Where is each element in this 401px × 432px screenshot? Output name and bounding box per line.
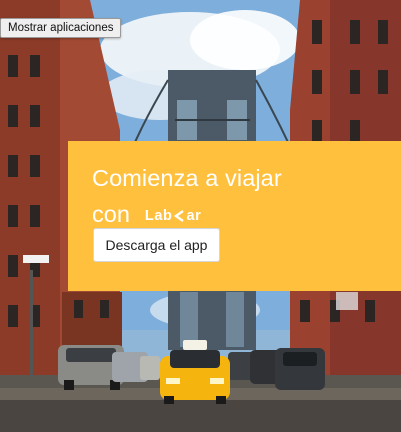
promo-con-text: con (92, 200, 130, 227)
chevron-left-icon (174, 210, 185, 222)
download-app-button[interactable]: Descarga el app (93, 228, 220, 262)
brand-logo-left: Lab (144, 208, 173, 224)
car-icon (112, 352, 160, 382)
show-apps-tooltip: Mostrar aplicaciones (0, 18, 122, 38)
promo-title: Comienza a viajar (92, 165, 282, 191)
brand-logo-right: ar (186, 208, 202, 224)
brand-logo: Lab ar (145, 208, 202, 224)
promo-brand-line: con Lab ar (92, 199, 201, 229)
download-promo-banner: Comienza a viajar con Lab ar Descarga el… (68, 141, 401, 291)
